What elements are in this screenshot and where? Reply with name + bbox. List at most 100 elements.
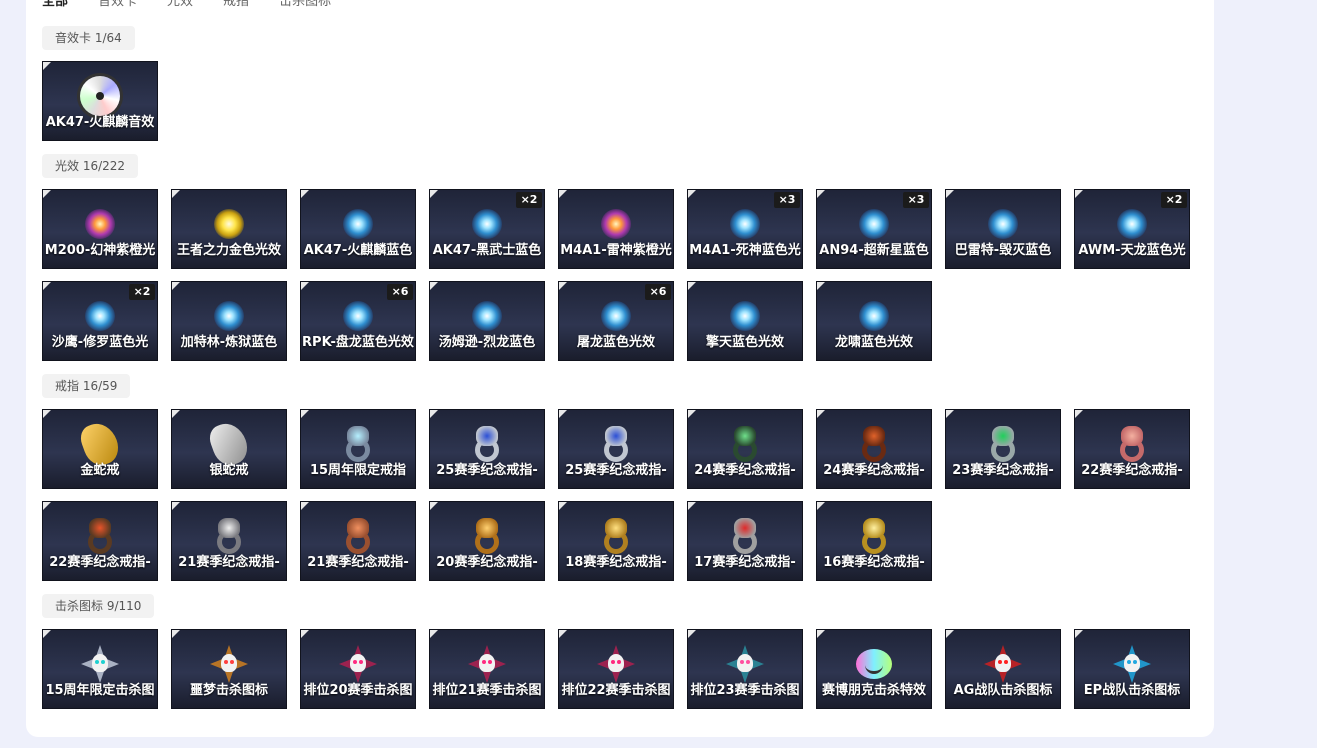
item-name: AK47-黑武士蓝色 — [432, 243, 542, 258]
skull-eye — [224, 660, 228, 664]
item-card[interactable]: 23赛季纪念戒指- — [945, 409, 1061, 489]
quantity-badge: ×6 — [387, 284, 413, 300]
item-name: 20赛季纪念戒指- — [436, 555, 538, 570]
item-card[interactable]: 王者之力金色光效 — [171, 189, 287, 269]
season-ring-icon — [856, 516, 892, 556]
item-card[interactable]: 排位21赛季击杀图 — [429, 629, 545, 709]
blue-glow-icon — [343, 209, 373, 239]
item-card[interactable]: 15周年限定击杀图 — [42, 629, 158, 709]
section-header-kill: 击杀图标 9/110 — [42, 594, 155, 618]
item-card[interactable]: 17赛季纪念戒指- — [687, 501, 803, 581]
item-name: 16赛季纪念戒指- — [823, 555, 925, 570]
item-card[interactable]: ×2 AWM-天龙蓝色光 — [1074, 189, 1190, 269]
item-card[interactable]: 金蛇戒 — [42, 409, 158, 489]
item-card[interactable]: 20赛季纪念戒指- — [429, 501, 545, 581]
blue-glow-icon — [472, 209, 502, 239]
item-card[interactable]: 擎天蓝色光效 — [687, 281, 803, 361]
item-card[interactable]: 21赛季纪念戒指- — [171, 501, 287, 581]
tab-ring[interactable]: 戒指 — [223, 0, 249, 10]
item-name: 屠龙蓝色光效 — [576, 335, 655, 350]
skull-eye — [488, 660, 492, 664]
item-name: AG战队击杀图标 — [953, 683, 1053, 698]
item-name: 排位22赛季击杀图 — [561, 683, 671, 698]
skull-eye — [1127, 660, 1131, 664]
item-card[interactable]: 银蛇戒 — [171, 409, 287, 489]
blue-glow-icon — [472, 301, 502, 331]
item-card[interactable]: ×3 AN94-超新星蓝色 — [816, 189, 932, 269]
item-card[interactable]: 18赛季纪念戒指- — [558, 501, 674, 581]
item-card[interactable]: 25赛季纪念戒指- — [558, 409, 674, 489]
season-ring-icon — [985, 424, 1021, 464]
section-header-light: 光效 16/222 — [42, 154, 139, 178]
item-card[interactable]: 排位20赛季击杀图 — [300, 629, 416, 709]
item-card[interactable]: AK47-火麒麟蓝色 — [300, 189, 416, 269]
ring-gem — [863, 518, 885, 538]
ring-gem — [89, 518, 111, 538]
item-name: AK47-火麒麟蓝色 — [303, 243, 413, 258]
item-card[interactable]: 22赛季纪念戒指- — [1074, 409, 1190, 489]
item-card[interactable]: M200-幻神紫橙光 — [42, 189, 158, 269]
item-name: 银蛇戒 — [209, 463, 249, 478]
skull-eye — [353, 660, 357, 664]
item-card[interactable]: 巴雷特-毁灭蓝色 — [945, 189, 1061, 269]
item-name: 金蛇戒 — [80, 463, 120, 478]
section-label-kill: 击杀图标 9/110 — [42, 594, 155, 618]
item-card[interactable]: ×2 AK47-黑武士蓝色 — [429, 189, 545, 269]
grid-sound: AK47-火麒麟音效 — [42, 61, 1190, 141]
season-ring-icon — [340, 516, 376, 556]
skull-eye — [359, 660, 363, 664]
item-card[interactable]: M4A1-雷神紫橙光 — [558, 189, 674, 269]
blue-glow-icon — [85, 301, 115, 331]
item-name: 赛博朋克击杀特效 — [821, 683, 926, 698]
blue-glow-icon — [214, 301, 244, 331]
item-card[interactable]: 21赛季纪念戒指- — [300, 501, 416, 581]
ring-gem — [347, 426, 369, 446]
item-card[interactable]: 25赛季纪念戒指- — [429, 409, 545, 489]
item-name: 加特林-炼狱蓝色 — [180, 335, 278, 350]
item-card[interactable]: AG战队击杀图标 — [945, 629, 1061, 709]
item-card[interactable]: 24赛季纪念戒指- — [816, 409, 932, 489]
item-card[interactable]: 15周年限定戒指 — [300, 409, 416, 489]
item-card[interactable]: EP战队击杀图标 — [1074, 629, 1190, 709]
ring-gem — [347, 518, 369, 538]
item-card[interactable]: AK47-火麒麟音效 — [42, 61, 158, 141]
item-name: 15周年限定戒指 — [309, 463, 407, 478]
season-ring-icon — [598, 516, 634, 556]
item-card[interactable]: 22赛季纪念戒指- — [42, 501, 158, 581]
tab-light-effect[interactable]: 光效 — [167, 0, 193, 10]
category-tabs: 全部 音效卡 光效 戒指 击杀图标 — [42, 0, 331, 10]
item-card[interactable]: 龙啸蓝色光效 — [816, 281, 932, 361]
purple-glow-icon — [601, 209, 631, 239]
item-card[interactable]: ×2 沙鹰-修罗蓝色光 — [42, 281, 158, 361]
item-name: 沙鹰-修罗蓝色光 — [51, 335, 149, 350]
item-card[interactable]: ×6 RPK-盘龙蓝色光效 — [300, 281, 416, 361]
item-card[interactable]: 排位23赛季击杀图 — [687, 629, 803, 709]
tab-all[interactable]: 全部 — [42, 0, 68, 10]
item-name: M4A1-雷神紫橙光 — [560, 243, 672, 258]
blue-glow-icon — [343, 301, 373, 331]
item-card[interactable]: ×3 M4A1-死神蓝色光 — [687, 189, 803, 269]
section-header-sound: 音效卡 1/64 — [42, 26, 135, 50]
item-card[interactable]: 16赛季纪念戒指- — [816, 501, 932, 581]
ring-gem — [863, 426, 885, 446]
item-name: 王者之力金色光效 — [176, 243, 281, 258]
blue-glow-icon — [859, 301, 889, 331]
item-name: 22赛季纪念戒指- — [1081, 463, 1183, 478]
item-card[interactable]: 噩梦击杀图标 — [171, 629, 287, 709]
item-card[interactable]: 加特林-炼狱蓝色 — [171, 281, 287, 361]
blue-glow-icon — [730, 209, 760, 239]
skull-eye — [998, 660, 1002, 664]
item-card[interactable]: 汤姆逊-烈龙蓝色 — [429, 281, 545, 361]
quantity-badge: ×2 — [129, 284, 155, 300]
skull-kill-icon — [468, 645, 506, 683]
season-ring-icon — [469, 424, 505, 464]
tab-kill-icon[interactable]: 击杀图标 — [279, 0, 331, 10]
item-card[interactable]: ×6 屠龙蓝色光效 — [558, 281, 674, 361]
item-name: 巴雷特-毁灭蓝色 — [954, 243, 1052, 258]
season-ring-icon — [727, 516, 763, 556]
item-card[interactable]: 排位22赛季击杀图 — [558, 629, 674, 709]
tab-sound-card[interactable]: 音效卡 — [98, 0, 137, 10]
item-card[interactable]: 赛博朋克击杀特效 — [816, 629, 932, 709]
item-name: EP战队击杀图标 — [1083, 683, 1181, 698]
item-card[interactable]: 24赛季纪念戒指- — [687, 409, 803, 489]
